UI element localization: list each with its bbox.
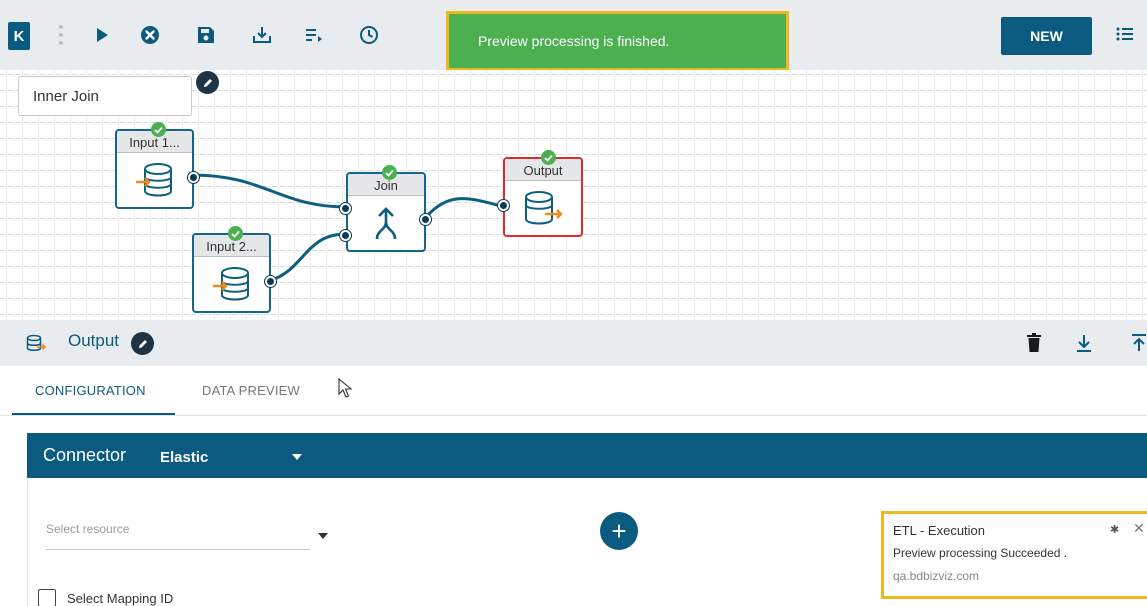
connector-bar: Connector Elastic — [27, 433, 1147, 478]
play-icon[interactable] — [89, 22, 115, 48]
close-icon[interactable]: ✕ — [1133, 520, 1145, 537]
join-node[interactable]: Join — [340, 165, 431, 252]
database-input-icon — [212, 267, 249, 301]
active-tab-indicator — [12, 413, 175, 415]
top-toolbar: K Preview processing is finished. NEW — [0, 0, 1147, 71]
save-icon[interactable] — [193, 22, 219, 48]
mouse-cursor-icon — [338, 378, 352, 398]
download-tray-icon[interactable] — [249, 22, 275, 48]
select-mapping-id-checkbox[interactable] — [38, 589, 56, 606]
tab-configuration[interactable]: CONFIGURATION — [35, 383, 146, 398]
panel-title: Output — [68, 331, 120, 350]
input-port-1[interactable] — [340, 203, 351, 214]
connector-label: Connector — [43, 445, 127, 465]
tab-data-preview[interactable]: DATA PREVIEW — [202, 383, 300, 398]
trash-icon[interactable] — [1026, 333, 1042, 358]
edit-pencil-icon[interactable] — [131, 332, 154, 355]
select-resource-dropdown[interactable]: Select resource — [46, 518, 310, 550]
input-node-2[interactable]: Input 2... — [192, 226, 276, 313]
merge-join-icon — [375, 207, 397, 240]
new-button[interactable]: NEW — [1001, 17, 1092, 55]
chevron-down-icon[interactable] — [318, 533, 328, 539]
notification-title: ETL - Execution — [893, 523, 986, 538]
preview-finished-toast: Preview processing is finished. — [446, 11, 789, 71]
collapse-brand-button[interactable]: K — [8, 22, 30, 50]
database-output-icon — [525, 191, 563, 225]
gear-icon[interactable]: ✱ — [1110, 523, 1119, 536]
etl-pipeline-editor: K Preview processing is finished. NEW In… — [0, 0, 1147, 606]
success-check-icon — [151, 122, 166, 137]
drag-handle-icon[interactable] — [58, 25, 64, 47]
output-port[interactable] — [420, 214, 431, 225]
toast-message: Preview processing is finished. — [478, 33, 670, 49]
upload-icon[interactable] — [1131, 333, 1147, 358]
success-check-icon — [382, 165, 397, 180]
input-port[interactable] — [498, 200, 509, 211]
success-check-icon — [541, 150, 556, 165]
database-output-icon — [26, 334, 46, 351]
cancel-circle-icon[interactable] — [137, 22, 163, 48]
pipeline-canvas[interactable]: Inner Join Input 1... Input 2... Join Ou… — [0, 70, 1147, 320]
clock-icon[interactable] — [356, 22, 382, 48]
select-mapping-id-label: Select Mapping ID — [67, 590, 174, 606]
chevron-down-icon[interactable] — [292, 454, 302, 460]
success-check-icon — [228, 226, 243, 241]
config-tabs: CONFIGURATION DATA PREVIEW — [0, 366, 1147, 416]
database-input-icon — [135, 163, 172, 197]
output-port[interactable] — [265, 276, 276, 287]
list-arrow-icon[interactable] — [301, 22, 327, 48]
output-node[interactable]: Output — [498, 150, 583, 237]
output-port[interactable] — [188, 172, 199, 183]
connector-select[interactable]: Elastic — [160, 449, 208, 466]
notification-source: qa.bdbizviz.com — [893, 569, 980, 583]
add-button[interactable]: + — [600, 512, 638, 550]
component-panel-header: Output — [0, 320, 1147, 366]
download-icon[interactable] — [1076, 333, 1092, 358]
etl-notification: ETL - Execution Preview processing Succe… — [881, 511, 1147, 599]
notification-message: Preview processing Succeeded . — [893, 546, 1068, 560]
input-node-1[interactable]: Input 1... — [115, 122, 199, 209]
input-port-2[interactable] — [340, 230, 351, 241]
select-mapping-id-row[interactable]: Select Mapping ID — [38, 588, 173, 606]
hamburger-list-icon[interactable] — [1113, 22, 1137, 46]
select-resource-placeholder: Select resource — [46, 522, 130, 536]
